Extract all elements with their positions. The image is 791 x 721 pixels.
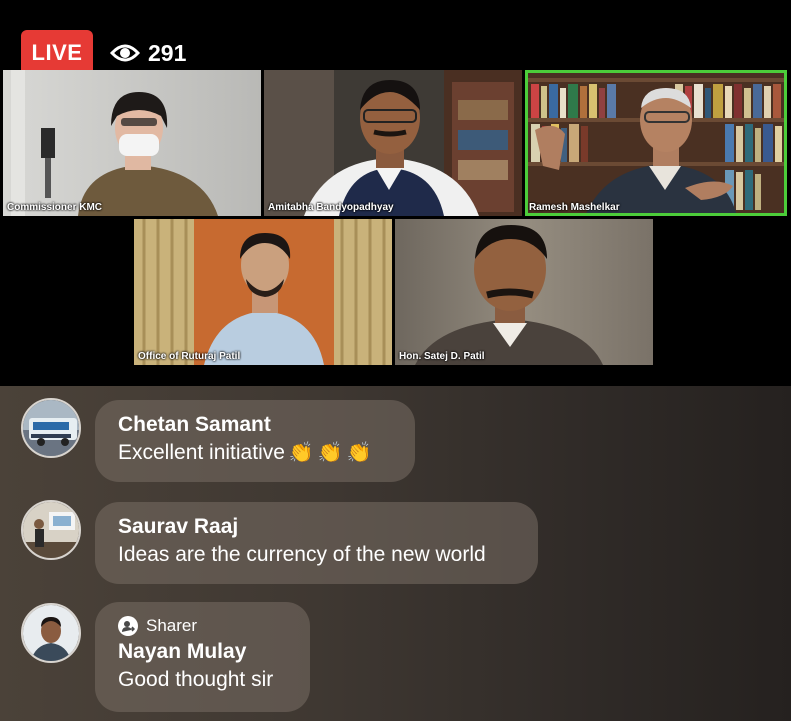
comment-text: Ideas are the currency of the new world: [118, 543, 486, 566]
avatar[interactable]: [21, 500, 81, 560]
video-tile-hon-satej-d-patil[interactable]: Hon. Satej D. Patil: [395, 219, 653, 365]
comment-text: Excellent initiative 👏 👏 👏: [118, 438, 391, 468]
sharer-icon: [118, 616, 138, 636]
video-tile-commissioner-kmc[interactable]: Commissioner KMC: [3, 70, 261, 216]
viewer-count-value: 291: [148, 39, 187, 66]
clapping-hands-icon: 👏: [317, 442, 343, 464]
participant-video: [264, 70, 522, 216]
comment-author[interactable]: Nayan Mulay: [118, 639, 286, 665]
comments-panel: Chetan Samant Excellent initiative 👏 👏 👏 Sa…: [0, 386, 791, 721]
eye-icon: [110, 44, 140, 62]
comment-text-value: Excellent initiative: [118, 441, 285, 464]
comment-bubble: Sharer Nayan Mulay Good thought sir: [95, 602, 310, 712]
participant-video: [3, 70, 261, 216]
clapping-hands-icon: 👏: [346, 442, 372, 464]
participant-video: [395, 219, 653, 365]
participant-name: Office of Ruturaj Patil: [138, 351, 241, 362]
participant-name: Ramesh Mashelkar: [529, 202, 620, 213]
participant-video: [525, 70, 787, 216]
video-tile-ramesh-mashelkar[interactable]: Ramesh Mashelkar: [525, 70, 787, 216]
video-tile-amitabha-bandyopadhyay[interactable]: Amitabha Bandyopadhyay: [264, 70, 522, 216]
avatar[interactable]: [21, 398, 81, 458]
video-tile-office-of-ruturaj-patil[interactable]: Office of Ruturaj Patil: [134, 219, 392, 365]
comment-author[interactable]: Saurav Raaj: [118, 514, 514, 540]
comment-text: Good thought sir: [118, 668, 274, 691]
video-grid: LIVE 291 Commissioner KMC Amitabha Bandy…: [0, 0, 791, 386]
avatar[interactable]: [21, 603, 81, 663]
participant-name: Amitabha Bandyopadhyay: [268, 202, 394, 213]
participant-name: Commissioner KMC: [7, 202, 103, 213]
comment-bubble: Chetan Samant Excellent initiative 👏 👏 👏: [95, 400, 415, 482]
sharer-badge: Sharer: [118, 615, 286, 637]
comment-author[interactable]: Chetan Samant: [118, 412, 391, 438]
clapping-hands-icon: 👏: [288, 442, 314, 464]
sharer-label: Sharer: [146, 616, 198, 635]
participant-video: [134, 219, 392, 365]
participant-name: Hon. Satej D. Patil: [399, 351, 485, 362]
comment-bubble: Saurav Raaj Ideas are the currency of th…: [95, 502, 538, 584]
